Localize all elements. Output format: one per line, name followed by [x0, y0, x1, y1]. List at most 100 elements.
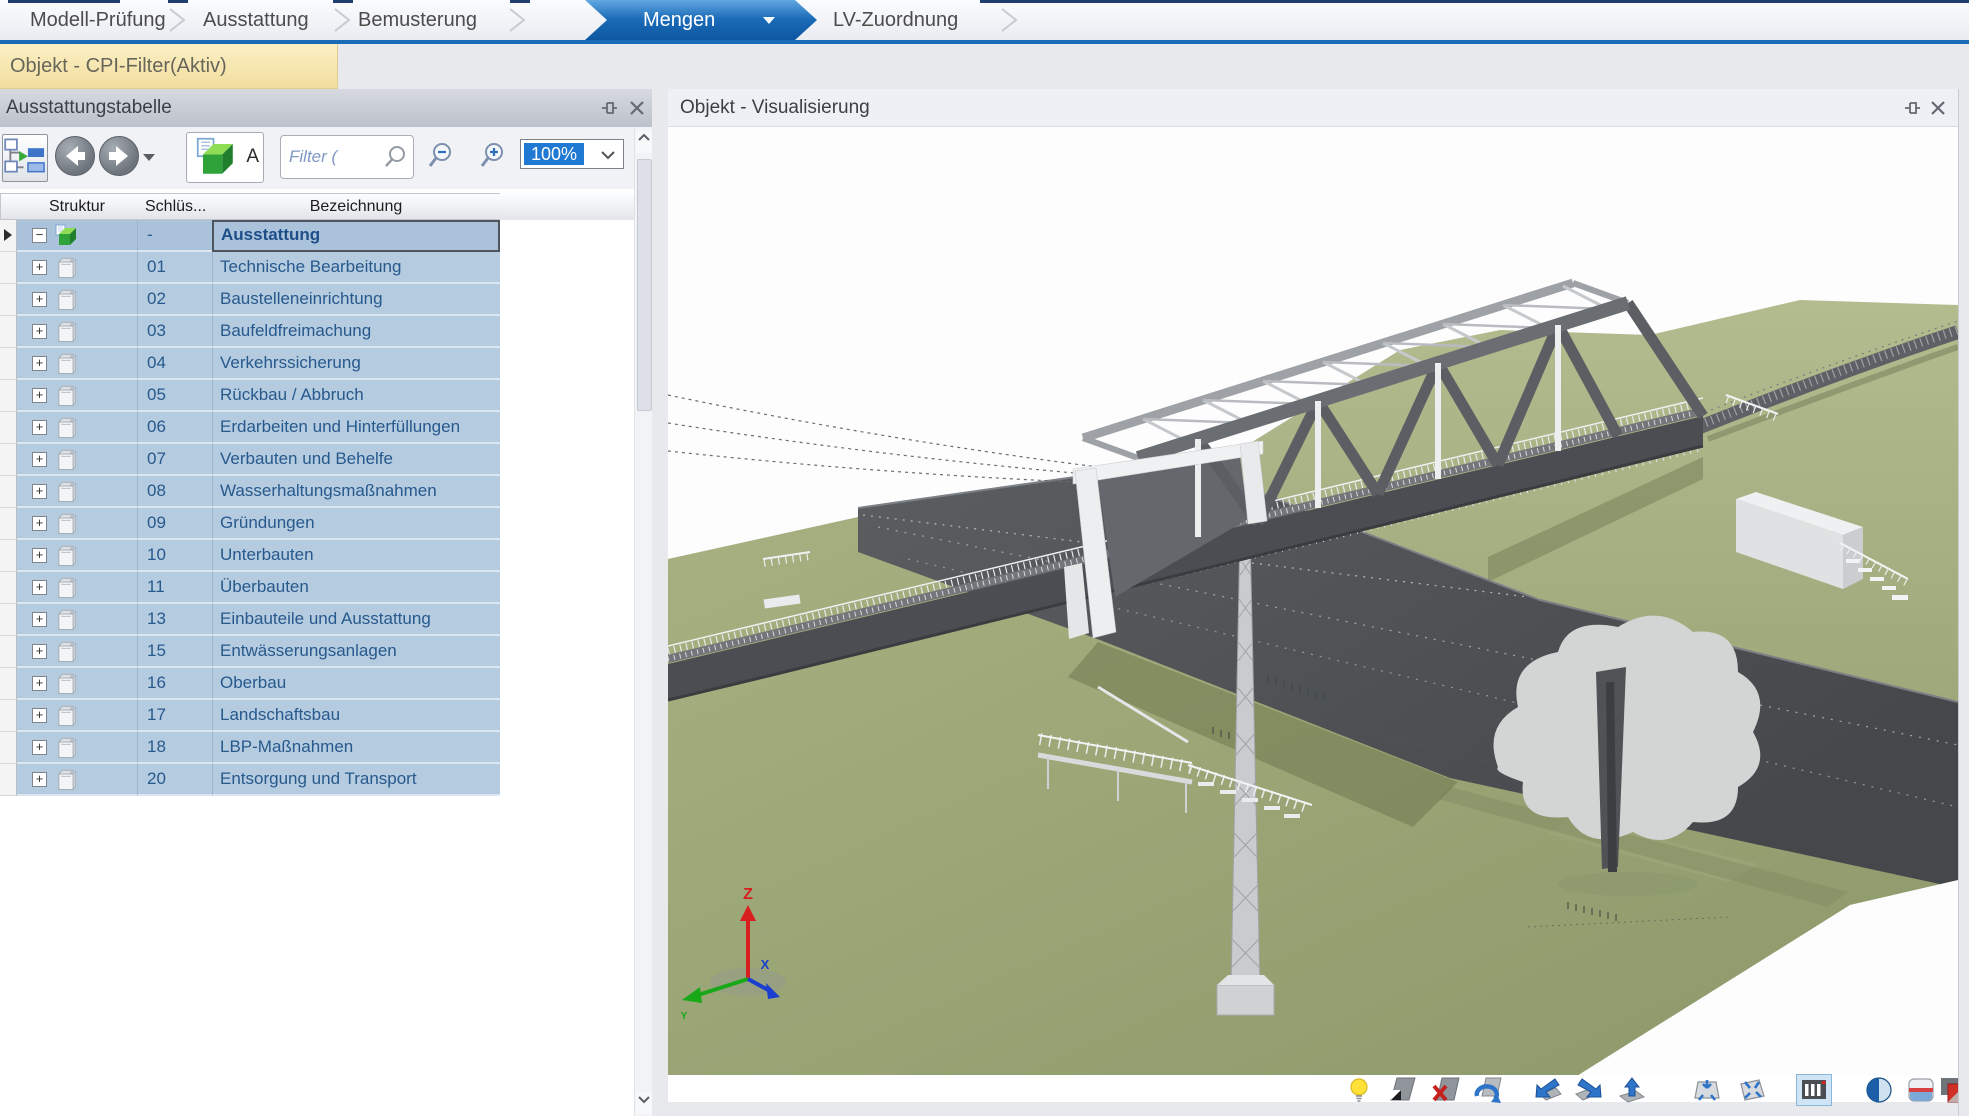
table-row[interactable]: + 02 Baustelleneinrichtung — [0, 284, 500, 316]
tree-cell[interactable]: + — [17, 252, 137, 284]
label-cell[interactable]: Gründungen — [212, 508, 500, 540]
back-button[interactable] — [55, 136, 95, 176]
zoom-in-icon[interactable] — [478, 142, 508, 172]
zoom-level-select[interactable]: 100% — [520, 139, 624, 169]
hide-object-icon[interactable] — [1388, 1076, 1418, 1104]
column-header-struktur[interactable]: Struktur — [17, 193, 138, 220]
tree-cell[interactable]: + — [17, 476, 137, 508]
table-row[interactable]: + 10 Unterbauten — [0, 540, 500, 572]
tree-cell[interactable]: + — [17, 348, 137, 380]
label-cell[interactable]: Erdarbeiten und Hinterfüllungen — [212, 412, 500, 444]
expand-collapse-icon[interactable]: + — [32, 388, 47, 403]
table-row[interactable]: + 13 Einbauteile und Ausstattung — [0, 604, 500, 636]
history-dropdown-icon[interactable] — [143, 154, 155, 161]
key-cell[interactable]: 18 — [137, 732, 212, 764]
expand-collapse-icon[interactable]: + — [32, 484, 47, 499]
expand-collapse-icon[interactable]: + — [32, 260, 47, 275]
search-icon[interactable] — [383, 145, 407, 169]
key-cell[interactable]: 17 — [137, 700, 212, 732]
key-cell[interactable]: 07 — [137, 444, 212, 476]
tab-ausstattung[interactable]: Ausstattung — [203, 0, 309, 40]
table-scrollbar[interactable] — [634, 127, 652, 1116]
label-cell[interactable]: Überbauten — [212, 572, 500, 604]
expand-collapse-icon[interactable]: + — [32, 356, 47, 371]
column-header-schluessel[interactable]: Schlüs... — [137, 193, 213, 220]
tree-cell[interactable]: + — [17, 604, 137, 636]
key-cell[interactable]: 13 — [137, 604, 212, 636]
tab-lv-zuordnung[interactable]: LV-Zuordnung — [833, 0, 958, 40]
column-header-bezeichnung[interactable]: Bezeichnung — [212, 193, 501, 220]
close-icon[interactable] — [627, 98, 647, 118]
row-marker-cell[interactable] — [0, 444, 17, 476]
rotate-view-icon[interactable] — [1473, 1076, 1503, 1104]
row-marker-cell[interactable] — [0, 348, 17, 380]
row-marker-cell[interactable] — [0, 668, 17, 700]
viewport-3d-scene[interactable]: Z X Y — [668, 127, 1958, 1102]
row-marker-cell[interactable] — [0, 540, 17, 572]
row-marker-cell[interactable] — [0, 316, 17, 348]
tree-cell[interactable]: + — [17, 668, 137, 700]
key-cell[interactable]: 08 — [137, 476, 212, 508]
row-marker-cell[interactable] — [0, 476, 17, 508]
tab-bemusterung[interactable]: Bemusterung — [358, 0, 477, 40]
table-row[interactable]: − - Ausstattung — [0, 220, 500, 252]
label-cell[interactable]: Baustelleneinrichtung — [212, 284, 500, 316]
label-cell[interactable]: Einbauteile und Ausstattung — [212, 604, 500, 636]
tree-cell[interactable]: + — [17, 444, 137, 476]
forward-button[interactable] — [99, 136, 139, 176]
key-cell[interactable]: 16 — [137, 668, 212, 700]
tree-cell[interactable]: + — [17, 732, 137, 764]
label-cell[interactable]: Verbauten und Behelfe — [212, 444, 500, 476]
key-cell[interactable]: 15 — [137, 636, 212, 668]
key-cell[interactable]: 09 — [137, 508, 212, 540]
expand-collapse-icon[interactable]: + — [32, 324, 47, 339]
expand-collapse-icon[interactable]: − — [32, 228, 47, 243]
expand-collapse-icon[interactable]: + — [32, 676, 47, 691]
tree-cell[interactable]: + — [17, 508, 137, 540]
label-cell[interactable]: Ausstattung — [212, 220, 500, 252]
model-structure-icon[interactable] — [1796, 1074, 1832, 1106]
tree-cell[interactable]: + — [17, 572, 137, 604]
pin-icon[interactable] — [600, 98, 620, 118]
tree-cell[interactable]: + — [17, 284, 137, 316]
pan-left-icon[interactable] — [1532, 1076, 1562, 1104]
key-cell[interactable]: 02 — [137, 284, 212, 316]
scrollbar-thumb[interactable] — [637, 159, 652, 411]
table-row[interactable]: + 06 Erdarbeiten und Hinterfüllungen — [0, 412, 500, 444]
row-marker-cell[interactable] — [0, 604, 17, 636]
row-marker-cell[interactable] — [0, 380, 17, 412]
table-row[interactable]: + 09 Gründungen — [0, 508, 500, 540]
table-row[interactable]: + 20 Entsorgung und Transport — [0, 764, 500, 796]
table-row[interactable]: + 11 Überbauten — [0, 572, 500, 604]
table-row[interactable]: + 16 Oberbau — [0, 668, 500, 700]
row-marker-cell[interactable] — [0, 412, 17, 444]
row-marker-cell[interactable] — [0, 764, 17, 796]
tree-cell[interactable]: + — [17, 540, 137, 572]
label-cell[interactable]: Baufeldfreimachung — [212, 316, 500, 348]
tree-view-button[interactable] — [2, 134, 48, 182]
row-marker-cell[interactable] — [0, 732, 17, 764]
table-row[interactable]: + 17 Landschaftsbau — [0, 700, 500, 732]
light-toggle-icon[interactable] — [1345, 1076, 1375, 1104]
pan-up-icon[interactable] — [1617, 1076, 1647, 1104]
key-cell[interactable]: - — [137, 220, 212, 252]
filter-input[interactable] — [287, 141, 381, 173]
row-marker-cell[interactable] — [0, 220, 17, 252]
expand-collapse-icon[interactable]: + — [32, 708, 47, 723]
row-marker-cell[interactable] — [0, 700, 17, 732]
expand-collapse-icon[interactable]: + — [32, 420, 47, 435]
key-cell[interactable]: 10 — [137, 540, 212, 572]
expand-collapse-icon[interactable]: + — [32, 516, 47, 531]
label-cell[interactable]: Landschaftsbau — [212, 700, 500, 732]
close-icon[interactable] — [1928, 98, 1948, 118]
tree-cell[interactable]: − — [17, 220, 137, 252]
expand-collapse-icon[interactable]: + — [32, 548, 47, 563]
table-row[interactable]: + 07 Verbauten und Behelfe — [0, 444, 500, 476]
table-row[interactable]: + 05 Rückbau / Abbruch — [0, 380, 500, 412]
key-cell[interactable]: 04 — [137, 348, 212, 380]
expand-collapse-icon[interactable]: + — [32, 772, 47, 787]
row-marker-cell[interactable] — [0, 284, 17, 316]
row-marker-cell[interactable] — [0, 508, 17, 540]
tree-cell[interactable]: + — [17, 380, 137, 412]
table-row[interactable]: + 04 Verkehrssicherung — [0, 348, 500, 380]
